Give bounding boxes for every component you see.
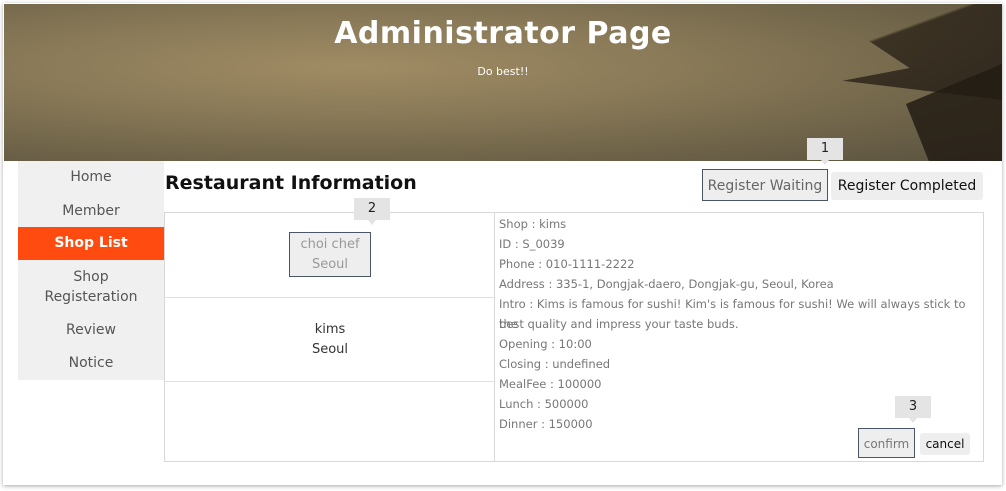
detail-opening: Opening : 10:00 (499, 337, 592, 351)
section-title: Restaurant Information (165, 172, 417, 194)
sidebar-item-notice[interactable]: Notice (18, 353, 164, 373)
header-banner: Administrator Page Do best!! (4, 4, 1002, 161)
shop-name: choi chef (300, 237, 360, 252)
shop-detail-panel: Shop : kims ID : S_0039 Phone : 010-1111… (495, 212, 984, 462)
tab-register-waiting[interactable]: Register Waiting (702, 169, 828, 201)
shop-city: Seoul (311, 257, 349, 272)
detail-id: ID : S_0039 (499, 237, 565, 251)
detail-closing: Closing : undefined (499, 357, 611, 371)
detail-phone: Phone : 010-1111-2222 (499, 257, 635, 271)
sidebar-item-review[interactable]: Review (18, 320, 164, 340)
detail-shop: Shop : kims (499, 217, 567, 231)
callout-badge-1: 1 (807, 138, 843, 165)
sidebar-item-member[interactable]: Member (18, 201, 164, 221)
shop-city: Seoul (311, 342, 349, 357)
shop-card-selected[interactable]: choi chef Seoul (289, 232, 371, 277)
page-header-title: Administrator Page (334, 16, 672, 51)
sidebar-item-home[interactable]: Home (18, 167, 164, 187)
shop-card[interactable]: kims Seoul (289, 318, 371, 363)
sidebar-item-shop-registeration[interactable]: Shop Registeration (18, 267, 164, 307)
sidebar: Home Member Shop List Shop Registeration… (18, 161, 164, 380)
cancel-button[interactable]: cancel (920, 433, 970, 455)
list-item: kims Seoul (165, 298, 494, 382)
tab-register-completed[interactable]: Register Completed (831, 172, 983, 200)
list-item: choi chef Seoul (165, 213, 494, 298)
page-header-subtitle: Do best!! (477, 65, 529, 78)
sidebar-item-shop-list[interactable]: Shop List (18, 227, 164, 260)
shop-list-panel: choi chef Seoul kims Seoul (164, 212, 495, 462)
detail-mealfee: MealFee : 100000 (499, 377, 602, 391)
shop-name: kims (314, 322, 346, 337)
callout-badge-3: 3 (895, 396, 931, 423)
detail-address: Address : 335-1, Dongjak-daero, Dongjak-… (499, 277, 834, 291)
confirm-button[interactable]: confirm (858, 428, 915, 458)
detail-intro-cont: best quality and impress your taste buds… (499, 317, 739, 331)
callout-badge-2: 2 (354, 198, 390, 225)
